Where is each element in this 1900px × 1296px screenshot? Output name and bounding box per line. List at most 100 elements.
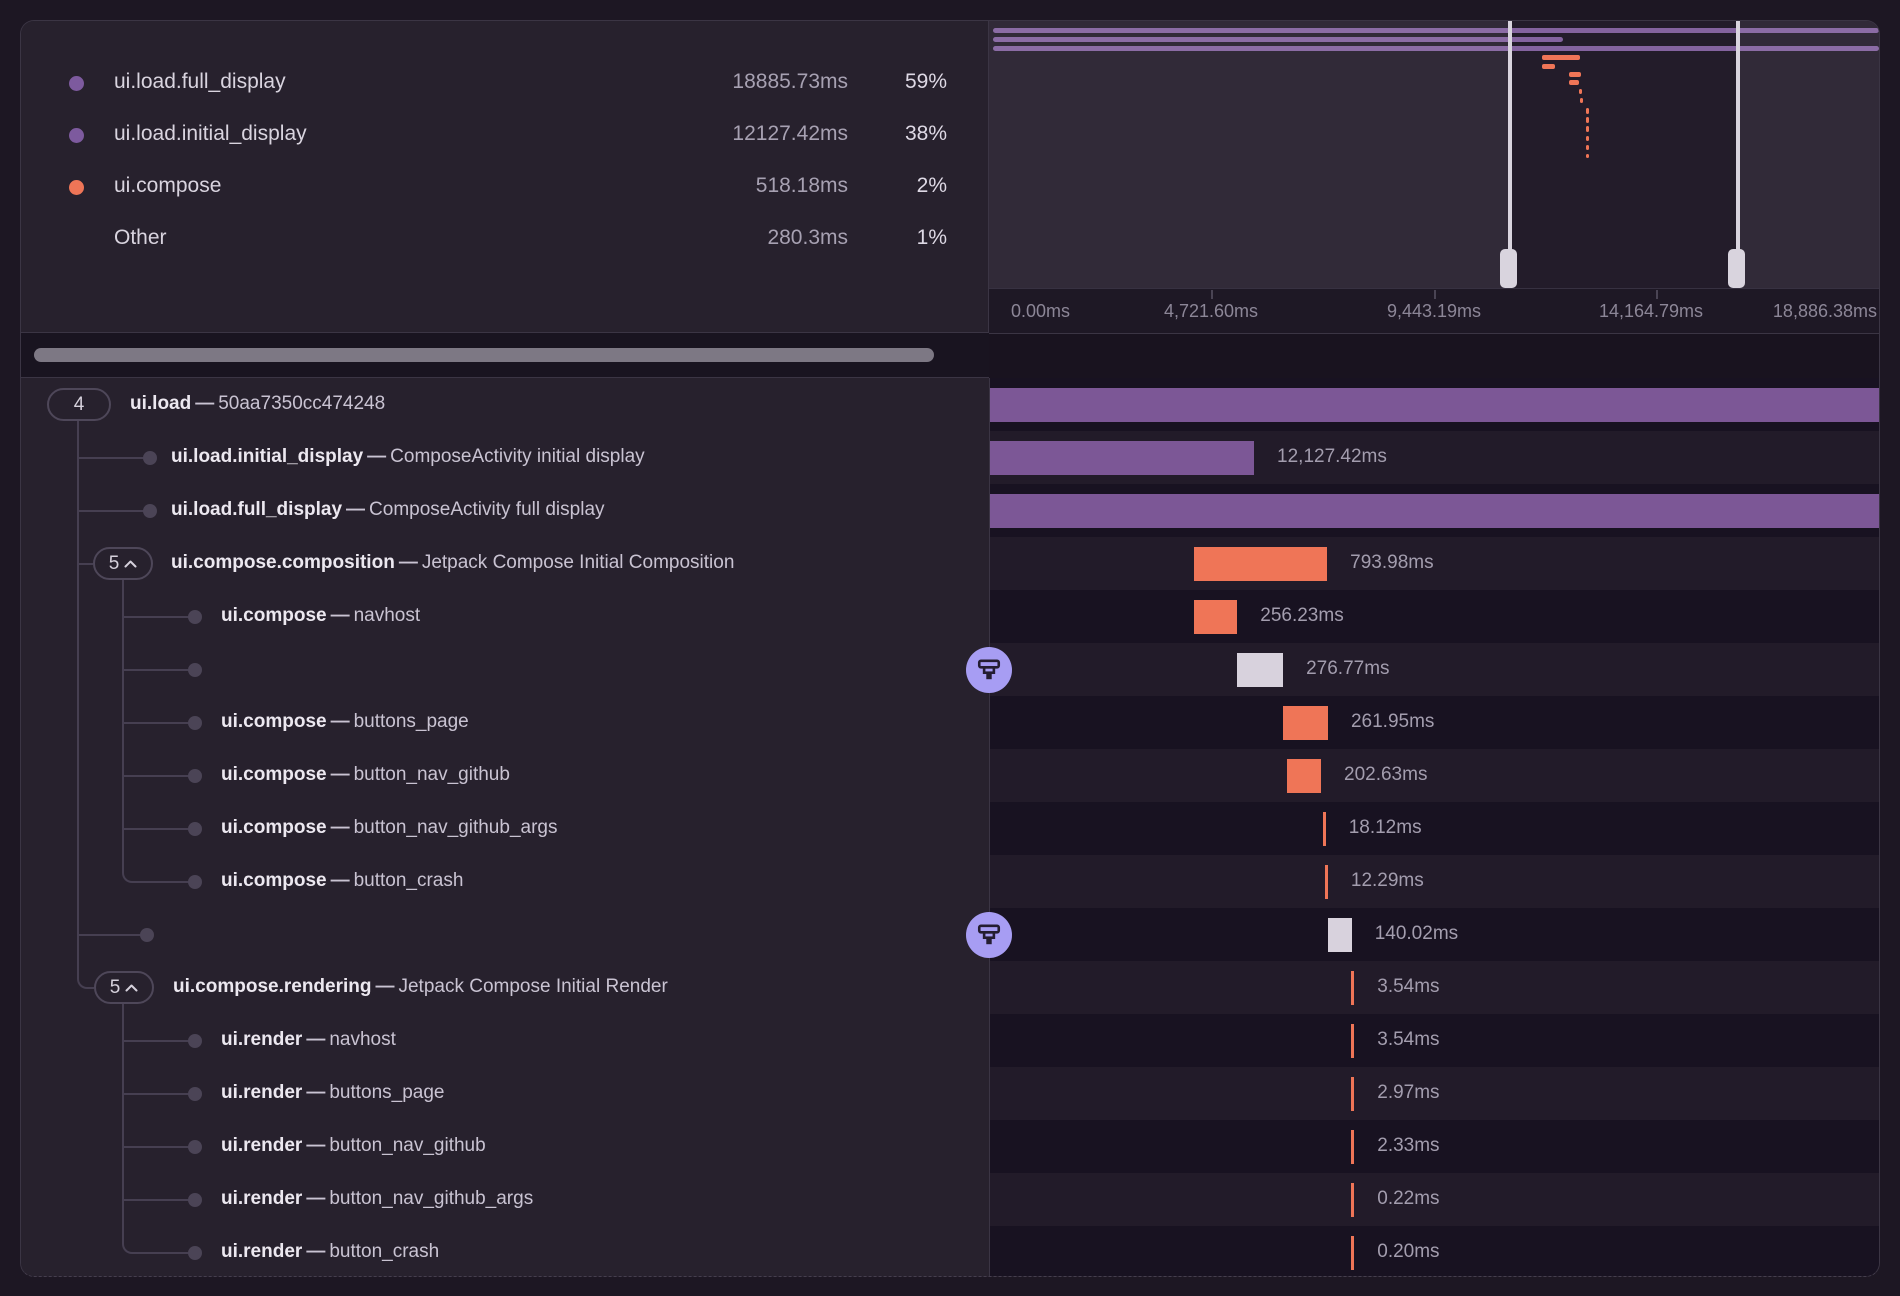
span-tree-row[interactable]: ui.load—50aa7350cc474248 (21, 378, 989, 431)
span-description: navhost (329, 1029, 396, 1050)
minimap-window-handle-grip[interactable] (1500, 249, 1517, 288)
span-bar-row[interactable] (989, 484, 1880, 537)
span-label[interactable]: ui.compose—buttons_page (221, 711, 469, 733)
span-duration-label: 3.54ms (1377, 976, 1439, 998)
child-count: 4 (74, 394, 85, 416)
legend-row[interactable]: Other280.3ms1% (21, 213, 988, 265)
span-label[interactable]: ui.compose.composition—Jetpack Compose I… (171, 552, 734, 574)
horizontal-scrollbar-track[interactable] (21, 333, 989, 378)
span-tree-row[interactable]: ui.load.full_display—ComposeActivity ful… (21, 484, 989, 537)
span-bar-row[interactable]: 0.20ms (989, 1226, 1880, 1277)
span-op: ui.compose.composition (171, 552, 395, 573)
span-bar-row[interactable]: 12.29ms (989, 855, 1880, 908)
horizontal-scrollbar-thumb[interactable] (34, 348, 934, 362)
minimap-window-handle-grip[interactable] (1728, 249, 1745, 288)
trace-minimap[interactable] (989, 21, 1880, 288)
axis-time-label: 4,721.60ms (1164, 301, 1258, 322)
span-label[interactable]: ui.load.full_display—ComposeActivity ful… (171, 499, 605, 521)
tree-connector-elbow (77, 976, 94, 989)
minimap-unselected-overlay[interactable] (989, 21, 1510, 288)
span-op: ui.render (221, 1188, 302, 1209)
span-label[interactable]: ui.render—navhost (221, 1029, 396, 1051)
legend-row[interactable]: ui.compose518.18ms2% (21, 161, 988, 213)
span-label[interactable]: ui.compose—navhost (221, 605, 420, 627)
span-description: button_crash (329, 1241, 439, 1262)
legend-row[interactable]: ui.load.full_display18885.73ms59% (21, 57, 988, 109)
span-duration-label: 12.29ms (1351, 870, 1424, 892)
span-duration-bar[interactable] (1283, 706, 1328, 740)
span-duration-bar[interactable] (1351, 1236, 1354, 1270)
span-duration-bar[interactable] (1328, 918, 1352, 952)
span-label[interactable]: ui.render—button_nav_github (221, 1135, 486, 1157)
span-description: Jetpack Compose Initial Render (398, 976, 667, 997)
ops-breakdown-legend: ui.load.full_display18885.73ms59%ui.load… (21, 21, 989, 333)
minimap-window-handle-line[interactable] (1736, 21, 1740, 288)
span-separator: — (363, 446, 390, 467)
span-duration-bar[interactable] (1351, 1024, 1354, 1058)
minimap-span-orange (1586, 126, 1589, 132)
tree-connector-line (78, 457, 150, 459)
span-bar-row[interactable]: 276.77ms (989, 643, 1880, 696)
span-duration-bar[interactable] (1287, 759, 1321, 793)
span-label[interactable]: ui.render—button_crash (221, 1241, 439, 1263)
span-tree-row[interactable]: ui.compose.composition—Jetpack Compose I… (21, 537, 989, 590)
span-bar-row[interactable]: 0.22ms (989, 1173, 1880, 1226)
span-duration-bar[interactable] (990, 441, 1254, 475)
span-description: 50aa7350cc474248 (218, 393, 385, 414)
span-op: ui.load.initial_display (171, 446, 363, 467)
span-duration-bar[interactable] (990, 494, 1880, 528)
span-label[interactable]: ui.load—50aa7350cc474248 (130, 393, 385, 415)
collapse-children-pill[interactable]: 5 (93, 547, 153, 580)
trace-waterfall-container: ui.load.full_display18885.73ms59%ui.load… (20, 20, 1880, 1277)
span-tree-row[interactable] (21, 908, 989, 961)
profile-icon[interactable] (966, 647, 1012, 693)
span-bar-row[interactable]: 202.63ms (989, 749, 1880, 802)
span-op: ui.compose (221, 711, 327, 732)
span-label[interactable]: ui.compose.rendering—Jetpack Compose Ini… (173, 976, 668, 998)
span-description: Jetpack Compose Initial Composition (422, 552, 735, 573)
tree-node-dot-icon (188, 1140, 202, 1154)
span-label[interactable]: ui.compose—button_nav_github (221, 764, 510, 786)
minimap-span-orange (1569, 72, 1581, 77)
minimap-window-handle-line[interactable] (1508, 21, 1512, 288)
span-bar-row[interactable]: 793.98ms (989, 537, 1880, 590)
span-bar-row[interactable]: 261.95ms (989, 696, 1880, 749)
span-duration-label: 2.33ms (1377, 1135, 1439, 1157)
expand-children-pill[interactable]: 4 (47, 388, 111, 421)
span-bar-row[interactable]: 2.97ms (989, 1067, 1880, 1120)
span-label[interactable]: ui.render—buttons_page (221, 1082, 444, 1104)
span-label[interactable]: ui.render—button_nav_github_args (221, 1188, 533, 1210)
span-bar-row[interactable]: 12,127.42ms (989, 431, 1880, 484)
tree-node-dot-icon (188, 663, 202, 677)
span-bar-row[interactable]: 140.02ms (989, 908, 1880, 961)
span-description: buttons_page (354, 711, 469, 732)
span-bar-row[interactable]: 18.12ms (989, 802, 1880, 855)
span-duration-bar[interactable] (1194, 600, 1237, 634)
span-duration-bar[interactable] (1194, 547, 1327, 581)
span-duration-label: 256.23ms (1260, 605, 1343, 627)
span-bar-row[interactable]: 3.54ms (989, 961, 1880, 1014)
legend-row[interactable]: ui.load.initial_display12127.42ms38% (21, 109, 988, 161)
minimap-unselected-overlay[interactable] (1738, 21, 1880, 288)
span-duration-bar[interactable] (1351, 971, 1354, 1005)
span-label[interactable]: ui.compose—button_nav_github_args (221, 817, 557, 839)
span-duration-bar[interactable] (1325, 865, 1328, 899)
span-bar-row[interactable]: 256.23ms (989, 590, 1880, 643)
span-duration-bar[interactable] (1237, 653, 1283, 687)
span-bar-row[interactable] (989, 378, 1880, 431)
span-tree-row[interactable]: ui.compose.rendering—Jetpack Compose Ini… (21, 961, 989, 1014)
span-duration-bar[interactable] (1323, 812, 1326, 846)
span-label[interactable]: ui.load.initial_display—ComposeActivity … (171, 446, 645, 468)
span-duration-bar[interactable] (990, 388, 1880, 422)
collapse-children-pill[interactable]: 5 (94, 971, 154, 1004)
span-duration-bar[interactable] (1351, 1130, 1354, 1164)
tree-node-dot-icon (140, 928, 154, 942)
span-bar-row[interactable]: 3.54ms (989, 1014, 1880, 1067)
span-tree-row[interactable]: ui.load.initial_display—ComposeActivity … (21, 431, 989, 484)
span-bar-row[interactable]: 2.33ms (989, 1120, 1880, 1173)
span-duration-bar[interactable] (1351, 1183, 1354, 1217)
span-label[interactable]: ui.compose—button_crash (221, 870, 463, 892)
child-count: 5 (109, 553, 120, 575)
span-duration-bar[interactable] (1351, 1077, 1354, 1111)
profile-icon[interactable] (966, 912, 1012, 958)
